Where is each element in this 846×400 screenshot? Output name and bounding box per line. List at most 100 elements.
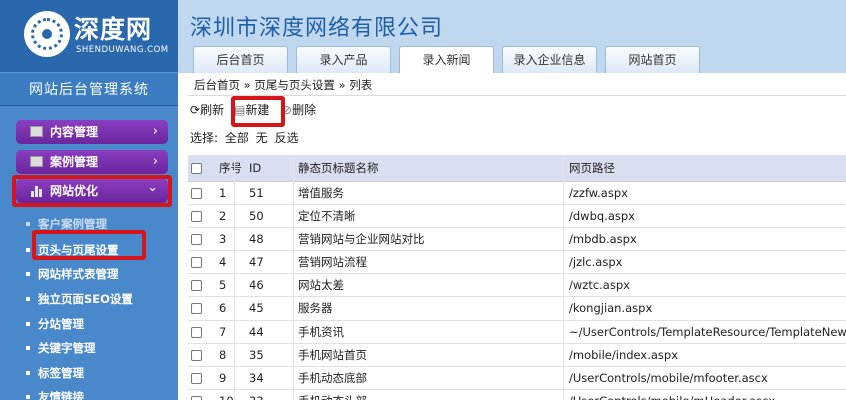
column-path: 网页路径 [569,161,615,175]
table-row[interactable]: 4 47 营销网站流程/jzlc.aspx [188,251,846,275]
row-name[interactable]: 营销网站与企业网站对比 [298,228,425,251]
sidebar-item-tags[interactable]: 标签管理 [26,365,84,381]
table-row[interactable]: 3 48 营销网站与企业网站对比/mbdb.aspx [188,228,846,252]
menu-label: 内容管理 [50,125,99,139]
tab-add-product[interactable]: 录入产品 [296,46,391,73]
table-row[interactable]: 2 50 定位不清晰/dwbq.aspx [188,205,846,229]
row-checkbox[interactable] [191,188,202,199]
sidebar-item-links[interactable]: 友情链接 [26,389,84,400]
row-no: 3 [219,232,227,247]
data-table: 序号 ID 静态页标题名称 网页路径 1 51 增值服务/zzfw.aspx 2 50 定… [188,155,846,400]
row-path: /mobile/index.aspx [569,347,679,362]
row-path: ~/UserControls/TemplateResource/Template… [569,324,846,339]
tab-site-home[interactable]: 网站首页 [605,46,700,73]
chevron-right-icon: › [152,124,158,139]
row-name[interactable]: 营销网站流程 [298,251,367,274]
window-icon [30,126,43,137]
row-path: /dwbq.aspx [569,209,635,224]
row-no: 10 [219,390,234,400]
refresh-icon: ⟳ [190,103,201,117]
column-id: ID [249,161,262,175]
select-invert-link[interactable]: 反选 [275,131,299,145]
row-path: /UserControls/mobile/mHeader.ascx [569,390,846,400]
select-all-checkbox[interactable] [191,163,202,174]
logo-mark-icon [24,11,70,57]
row-no: 4 [219,255,227,270]
select-none-link[interactable]: 无 [256,131,268,145]
refresh-button[interactable]: ⟳刷新 [190,100,224,120]
table-row[interactable]: 7 44 手机资讯 ~/UserControls/TemplateResource/T… [188,321,846,344]
highlight-box [231,96,285,127]
row-no: 8 [219,347,227,362]
chevron-right-icon: › [152,154,158,169]
row-id: 51 [249,186,264,200]
table-row[interactable]: 9 34 手机动态底部/UserControls/mobile/mfooter.as… [188,367,846,390]
row-checkbox[interactable] [191,280,202,292]
row-name[interactable]: 手机资讯 [298,321,344,344]
row-no: 6 [219,301,227,316]
table-row[interactable]: 6 45 服务器/kongjian.aspx [188,297,846,321]
table-row[interactable]: 1 51 增值服务/zzfw.aspx [188,182,846,206]
row-id: 46 [249,278,264,293]
sidebar-item-page-seo[interactable]: 独立页面SEO设置 [26,291,133,307]
row-checkbox[interactable] [191,211,202,223]
row-checkbox[interactable] [191,257,202,269]
row-path: /UserControls/mobile/mfooter.ascx [569,370,768,385]
row-checkbox[interactable] [191,372,202,384]
row-checkbox[interactable] [191,395,202,400]
row-no: 7 [219,324,227,339]
row-checkbox[interactable] [191,234,202,246]
menu-content-management[interactable]: 内容管理 › [16,120,168,144]
row-path: /wztc.aspx [569,278,630,293]
row-name[interactable]: 网站太差 [298,274,344,297]
table-row[interactable]: 8 35 手机网站首页/mobile/index.aspx [188,344,846,367]
menu-label: 案例管理 [50,155,99,169]
row-id: 44 [249,324,264,339]
highlight-box [32,230,146,260]
tab-admin-home[interactable]: 后台首页 [193,46,288,73]
select-all-link[interactable]: 全部 [225,131,249,145]
table-body: 1 51 增值服务/zzfw.aspx 2 50 定位不清晰/dwbq.aspx 3 48 营销… [188,182,846,400]
column-no: 序号 [219,161,242,175]
sidebar-item-substation[interactable]: 分站管理 [26,316,84,332]
header: 深圳市深度网络有限公司 后台首页 录入产品 录入新闻 录入企业信息 网站首页 [178,0,846,73]
selection-bar: 选择: 全部 无 反选 [190,129,302,146]
row-checkbox[interactable] [191,303,202,315]
row-id: 34 [249,370,264,385]
sidebar: 深度网 SHENDUWANG.COM 网站后台管理系统 内容管理 › 案例管理 … [0,0,178,400]
row-name[interactable]: 定位不清晰 [298,205,356,228]
row-name[interactable]: 手机网站首页 [298,344,367,367]
column-divider [234,155,235,400]
row-name[interactable]: 手机动态底部 [298,367,367,390]
select-label: 选择: [190,131,219,145]
row-id: 50 [249,209,264,224]
logo-name: 深度网 [74,15,153,44]
table-row[interactable]: 5 46 网站太差/wztc.aspx [188,274,846,298]
system-title: 网站后台管理系统 [0,72,178,106]
highlight-box [12,175,172,207]
row-path: /kongjian.aspx [569,301,653,316]
table-row[interactable]: 10 33 手机动态头部/UserControls/mobile/mHeader.a… [188,390,846,400]
row-name[interactable]: 服务器 [298,297,333,320]
row-id: 48 [249,232,264,247]
sidebar-item-stylesheet[interactable]: 网站样式表管理 [26,266,119,282]
column-divider [293,155,294,400]
breadcrumb: 后台首页 » 页尾与页头设置 » 列表 [188,76,846,96]
row-checkbox[interactable] [191,349,202,361]
column-name: 静态页标题名称 [298,161,379,175]
row-path: /zzfw.aspx [569,186,628,200]
row-path: /mbdb.aspx [569,232,637,247]
row-name[interactable]: 增值服务 [298,182,344,205]
table-header: 序号 ID 静态页标题名称 网页路径 [188,155,846,182]
company-name: 深圳市深度网络有限公司 [190,16,444,41]
row-id: 47 [249,255,264,270]
tab-add-company-info[interactable]: 录入企业信息 [502,46,597,73]
delete-button[interactable]: ⊘删除 [282,100,316,120]
logo[interactable]: 深度网 SHENDUWANG.COM [0,0,178,72]
menu-case-management[interactable]: 案例管理 › [16,150,168,174]
row-name[interactable]: 手机动态头部 [298,390,367,400]
tab-add-news[interactable]: 录入新闻 [399,46,494,73]
row-no: 9 [219,370,227,385]
row-checkbox[interactable] [191,326,202,338]
sidebar-item-keywords[interactable]: 关键字管理 [26,340,96,356]
